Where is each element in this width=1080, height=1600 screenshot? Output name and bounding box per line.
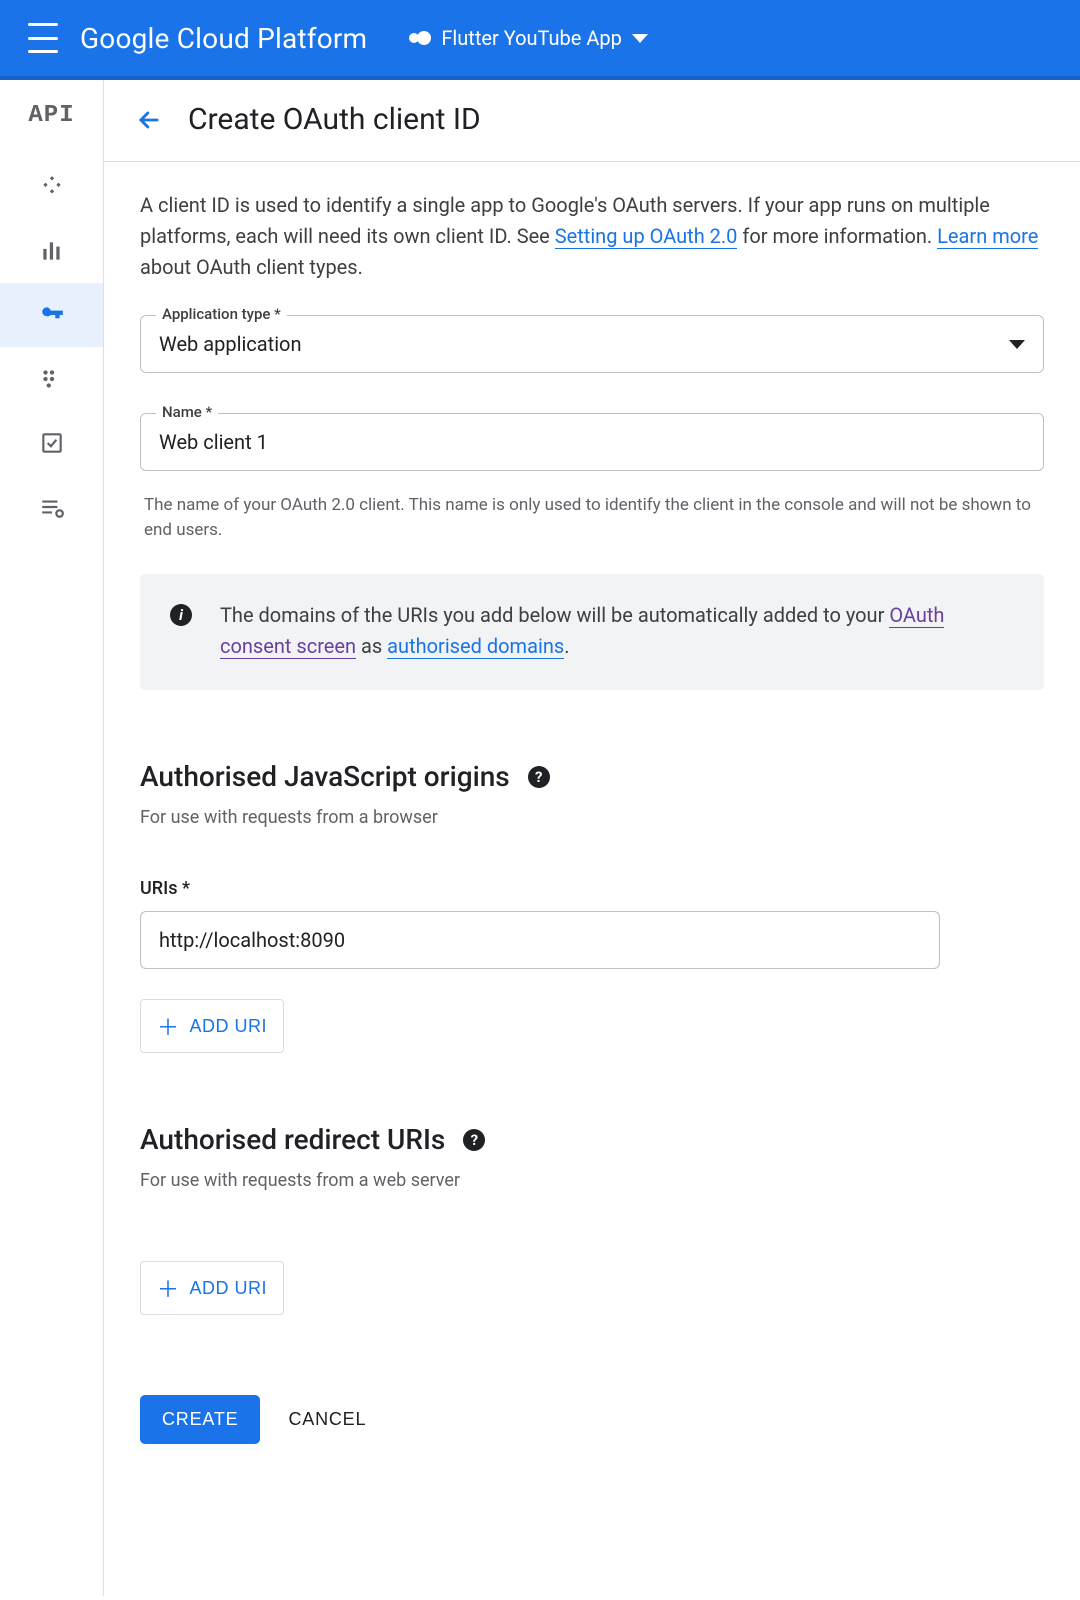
chevron-down-icon bbox=[632, 34, 648, 43]
page-usage-icon bbox=[39, 494, 65, 520]
library-icon bbox=[39, 238, 65, 264]
main-panel: Create OAuth client ID A client ID is us… bbox=[104, 80, 1080, 1596]
sidebar-item-credentials[interactable] bbox=[0, 283, 103, 347]
sidebar-item-verification[interactable] bbox=[0, 411, 103, 475]
js-origins-heading: Authorised JavaScript origins ? bbox=[140, 760, 1044, 793]
name-hint: The name of your OAuth 2.0 client. This … bbox=[140, 481, 1044, 542]
sidebar-brand[interactable]: API bbox=[28, 80, 74, 155]
intro-text: A client ID is used to identify a single… bbox=[140, 190, 1044, 283]
sidebar: API bbox=[0, 80, 104, 1596]
help-icon[interactable]: ? bbox=[528, 766, 550, 788]
sidebar-item-settings[interactable] bbox=[0, 475, 103, 539]
link-setup-oauth[interactable]: Setting up OAuth 2.0 bbox=[555, 224, 738, 249]
consent-icon bbox=[39, 366, 65, 392]
project-name: Flutter YouTube App bbox=[441, 26, 622, 50]
uri-input-0[interactable] bbox=[140, 911, 940, 969]
add-redirect-uri-button[interactable]: ＋ ADD URI bbox=[140, 1261, 284, 1315]
cancel-button[interactable]: CANCEL bbox=[288, 1409, 366, 1430]
info-text: The domains of the URIs you add below wi… bbox=[220, 600, 1014, 662]
page-header: Create OAuth client ID bbox=[104, 80, 1080, 162]
link-learn-more[interactable]: Learn more bbox=[937, 224, 1038, 249]
product-name: Google Cloud Platform bbox=[80, 22, 367, 55]
sidebar-item-library[interactable] bbox=[0, 219, 103, 283]
create-button[interactable]: CREATE bbox=[140, 1395, 260, 1444]
uris-label: URIs * bbox=[140, 878, 1044, 899]
name-label: Name * bbox=[156, 403, 218, 421]
page-title: Create OAuth client ID bbox=[188, 102, 481, 137]
add-uri-button[interactable]: ＋ ADD URI bbox=[140, 999, 284, 1053]
project-icon bbox=[409, 27, 431, 49]
plus-icon: ＋ bbox=[157, 1010, 180, 1042]
link-authorised-domains[interactable]: authorised domains bbox=[387, 634, 564, 659]
info-icon: i bbox=[170, 604, 192, 626]
info-box: i The domains of the URIs you add below … bbox=[140, 574, 1044, 690]
project-picker[interactable]: Flutter YouTube App bbox=[409, 26, 648, 50]
application-type-field: Application type * Web application bbox=[140, 315, 1044, 373]
dashboard-icon bbox=[39, 174, 65, 200]
application-type-label: Application type * bbox=[156, 305, 287, 323]
redirect-sub: For use with requests from a web server bbox=[140, 1170, 1044, 1191]
form-actions: CREATE CANCEL bbox=[140, 1395, 1044, 1444]
key-icon bbox=[39, 302, 65, 328]
application-type-dropdown[interactable]: Web application bbox=[140, 315, 1044, 373]
application-type-value: Web application bbox=[159, 332, 302, 356]
help-icon[interactable]: ? bbox=[463, 1129, 485, 1151]
plus-icon: ＋ bbox=[157, 1272, 180, 1304]
sidebar-item-dashboard[interactable] bbox=[0, 155, 103, 219]
js-origins-sub: For use with requests from a browser bbox=[140, 807, 1044, 828]
name-input[interactable] bbox=[140, 413, 1044, 471]
name-field-wrap: Name * bbox=[140, 413, 1044, 471]
chevron-down-icon bbox=[1009, 340, 1025, 349]
product-logo[interactable]: Google Cloud Platform bbox=[80, 22, 367, 55]
sidebar-item-consent[interactable] bbox=[0, 347, 103, 411]
redirect-heading: Authorised redirect URIs ? bbox=[140, 1123, 1044, 1156]
menu-icon[interactable] bbox=[28, 23, 58, 53]
top-bar: Google Cloud Platform Flutter YouTube Ap… bbox=[0, 0, 1080, 80]
back-arrow-icon[interactable] bbox=[134, 105, 164, 135]
check-box-icon bbox=[39, 430, 65, 456]
